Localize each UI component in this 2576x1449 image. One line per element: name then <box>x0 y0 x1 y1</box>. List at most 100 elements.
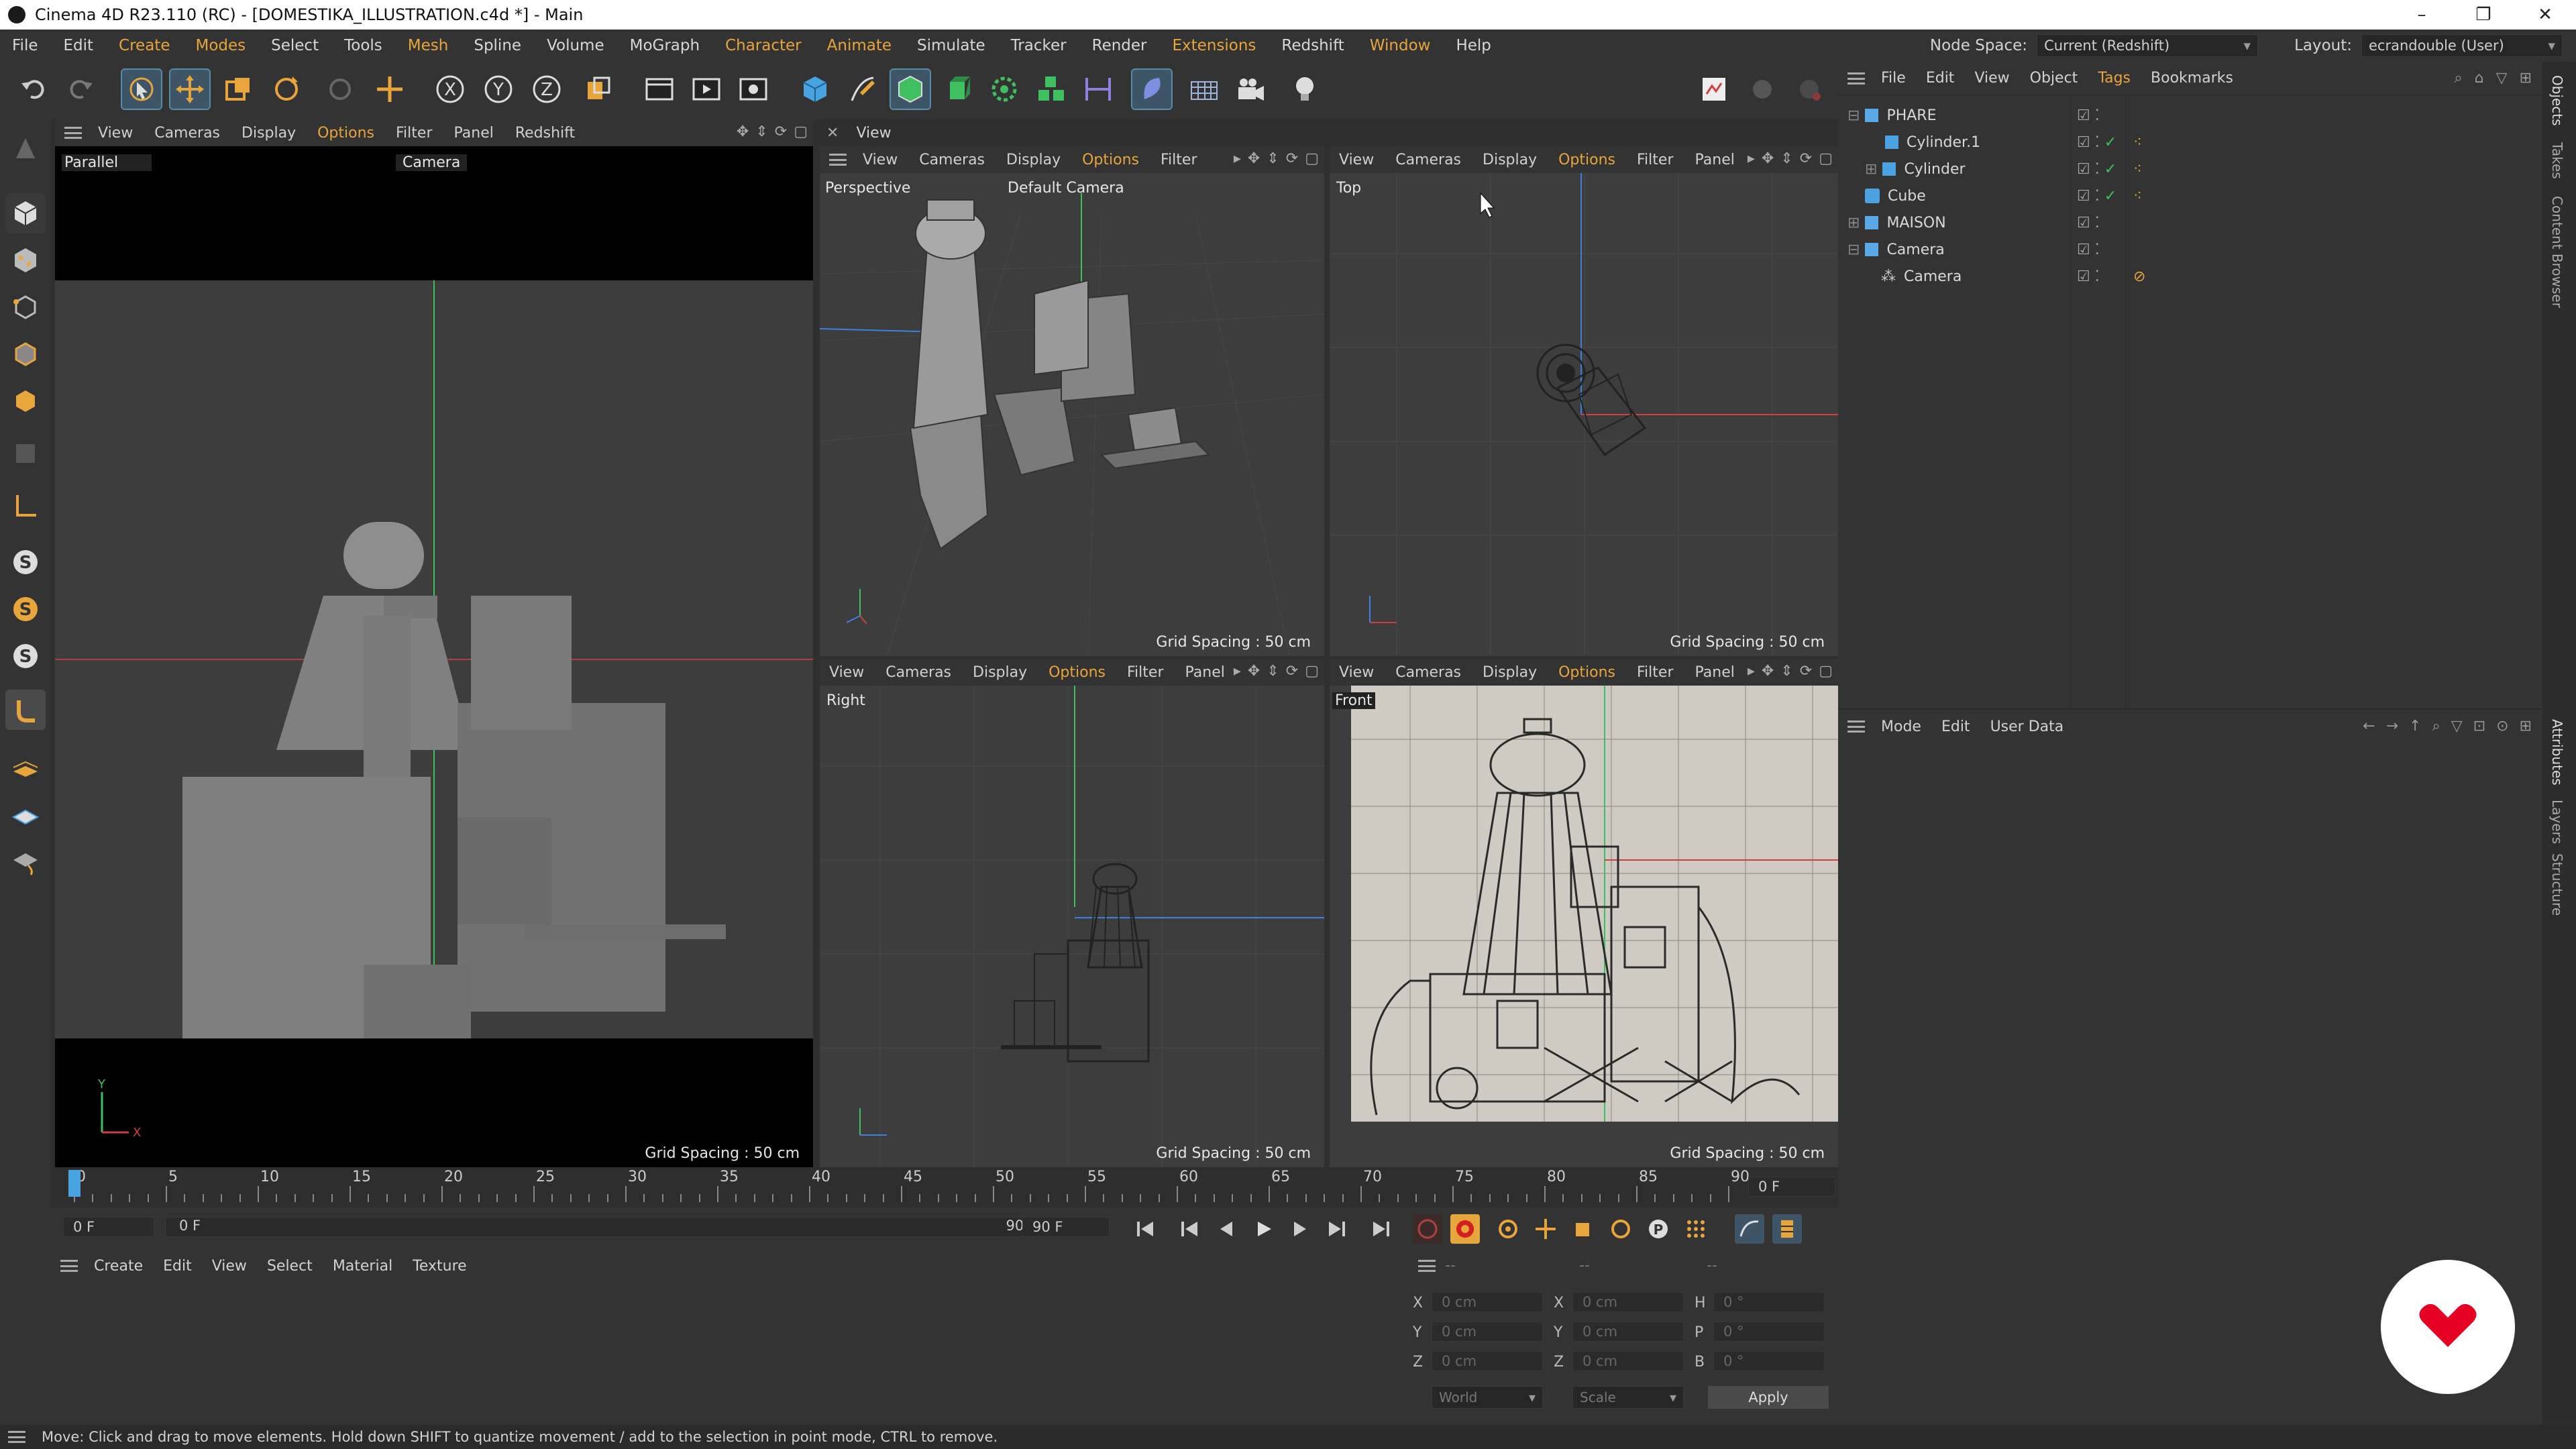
x-axis-lock-icon[interactable]: X <box>429 68 471 110</box>
subdivision-surface-icon[interactable] <box>890 68 931 110</box>
materials-menu-create[interactable]: Create <box>94 1258 143 1275</box>
search-icon[interactable]: ⌕ <box>2432 718 2440 735</box>
new-window-icon[interactable]: ⊞ <box>2520 718 2532 735</box>
visibility-dots-icon[interactable]: ☑ ⁚ <box>2077 215 2100 231</box>
object-row-maison[interactable]: ⊞ MAISON ☑ ⁚ <box>1838 209 2544 236</box>
record-active-icon[interactable] <box>1413 1214 1442 1244</box>
search-icon[interactable]: ⌕ <box>2454 70 2462 87</box>
vp-left-menu-view[interactable]: View <box>98 125 133 142</box>
script-editor-icon[interactable] <box>1693 68 1735 110</box>
recent-tools-icon[interactable] <box>319 68 361 110</box>
close-button[interactable]: ✕ <box>2514 5 2576 25</box>
edge-mode-icon[interactable] <box>5 334 46 374</box>
y-axis-lock-icon[interactable]: Y <box>478 68 519 110</box>
visibility-dots-icon[interactable]: ☑ ⁚ <box>2077 268 2100 285</box>
visibility-dots-icon[interactable]: ☑ ⁚ ✓ <box>2077 188 2116 205</box>
object-row-cylinder[interactable]: ⊞ Cylinder ☑ ⁚ ✓ ⁖ <box>1838 156 2544 182</box>
uv-mode-icon[interactable] <box>5 433 46 474</box>
spline-deformer-icon[interactable] <box>1077 68 1119 110</box>
viewport-nav-icons[interactable]: ✥ ⇕ ⟳ ▢ <box>737 123 808 140</box>
vp-top-menu-options[interactable]: Options <box>1558 152 1615 168</box>
object-row-camera[interactable]: ⁂ Camera ☑ ⁚ ⊘ <box>1838 263 2544 290</box>
coordinate-system-icon[interactable] <box>577 68 619 110</box>
vp-front-menu-display[interactable]: Display <box>1483 664 1537 681</box>
materials-menu-view[interactable]: View <box>212 1258 247 1275</box>
vp-front-menu-view[interactable]: View <box>1339 664 1374 681</box>
objects-menu-bookmarks[interactable]: Bookmarks <box>2151 70 2233 87</box>
object-row-cube[interactable]: Cube ☑ ⁚ ✓ ⁖ <box>1838 182 2544 209</box>
forward-arrow-icon[interactable]: → <box>2386 718 2398 735</box>
vp-left-menu-display[interactable]: Display <box>241 125 296 142</box>
menu-animate[interactable]: Animate <box>827 37 892 54</box>
cloner-icon[interactable] <box>983 68 1025 110</box>
menu-extensions[interactable]: Extensions <box>1173 37 1256 54</box>
vp-persp-menu-cameras[interactable]: Cameras <box>919 152 985 168</box>
vp-front-projection-label[interactable]: Front <box>1332 692 1375 709</box>
vp-left-menu-options[interactable]: Options <box>317 125 374 142</box>
previous-frame-icon[interactable] <box>1212 1214 1241 1244</box>
menu-mograph[interactable]: MoGraph <box>630 37 700 54</box>
vp-right-menu-panel[interactable]: Panel <box>1185 664 1224 681</box>
attributes-menu-icon[interactable] <box>1847 720 1865 733</box>
viewport-menu-icon[interactable] <box>64 127 82 139</box>
play-icon[interactable] <box>1249 1214 1279 1244</box>
vp-persp-projection-label[interactable]: Perspective <box>825 180 910 197</box>
make-editable-icon[interactable] <box>5 129 46 169</box>
size-x-field[interactable]: 0 cm <box>1572 1292 1684 1312</box>
position-y-field[interactable]: 0 cm <box>1432 1322 1543 1342</box>
new-window-icon[interactable]: ⊞ <box>2520 70 2532 87</box>
vp-top-menu-cameras[interactable]: Cameras <box>1395 152 1461 168</box>
size-mode-dropdown[interactable]: Scale <box>1572 1386 1684 1409</box>
range-slider[interactable]: 0 F 90 F <box>165 1217 1057 1237</box>
menu-window[interactable]: Window <box>1370 37 1431 54</box>
point-mode-icon[interactable] <box>5 287 46 327</box>
redshift-ipr-icon[interactable] <box>1788 68 1830 110</box>
camera-icon[interactable] <box>1230 68 1272 110</box>
extrude-icon[interactable] <box>936 68 978 110</box>
enable-axis-icon[interactable] <box>5 486 46 526</box>
objects-menu-edit[interactable]: Edit <box>1926 70 1955 87</box>
sky-grid-icon[interactable] <box>1183 68 1225 110</box>
polygon-mode-icon[interactable] <box>5 381 46 421</box>
vp-left-menu-filter[interactable]: Filter <box>396 125 432 142</box>
redshift-tool-icon[interactable] <box>1741 68 1783 110</box>
tab-structure[interactable]: Structure <box>2549 853 2565 916</box>
visibility-dots-icon[interactable]: ☑ ⁚ <box>2077 107 2100 124</box>
vp-top-menu-view[interactable]: View <box>1339 152 1374 168</box>
snap-icon[interactable]: S <box>5 542 46 582</box>
vp-persp-menu-filter[interactable]: Filter <box>1161 152 1197 168</box>
floor-object-icon[interactable] <box>1131 68 1173 110</box>
tab-objects[interactable]: Objects <box>2549 75 2565 126</box>
record-position-icon[interactable] <box>1531 1214 1560 1244</box>
vp-left-menu-redshift[interactable]: Redshift <box>515 125 575 142</box>
menu-mesh[interactable]: Mesh <box>408 37 449 54</box>
record-pla-icon[interactable] <box>1681 1214 1711 1244</box>
menu-tracker[interactable]: Tracker <box>1011 37 1067 54</box>
live-selection-icon[interactable] <box>121 68 162 110</box>
quantize-icon[interactable]: S <box>5 636 46 676</box>
viewport-nav-icons[interactable]: ▸ ✥ ⇕ ⟳ ▢ <box>1234 150 1319 167</box>
vp-right-menu-filter[interactable]: Filter <box>1127 664 1163 681</box>
vp-left-camera-label[interactable]: Camera <box>396 154 468 171</box>
vp-top-projection-label[interactable]: Top <box>1336 180 1361 197</box>
viewport-right[interactable]: View Cameras Display Options Filter Pane… <box>820 659 1324 1167</box>
node-space-dropdown[interactable]: Current (Redshift) <box>2037 34 2259 57</box>
timeline-ruler[interactable]: 0 5 10 15 20 25 30 35 40 45 50 55 60 65 70 75 80 85 90 0 F <box>51 1167 1838 1208</box>
viewport-top[interactable]: View Cameras Display Options Filter Pane… <box>1330 146 1838 656</box>
menu-create[interactable]: Create <box>119 37 170 54</box>
viewport-nav-icons[interactable]: ▸ ✥ ⇕ ⟳ ▢ <box>1748 150 1833 167</box>
menu-file[interactable]: File <box>12 37 38 54</box>
scale-icon[interactable] <box>217 68 259 110</box>
menu-render[interactable]: Render <box>1092 37 1147 54</box>
keyframe-selection-icon[interactable] <box>1493 1214 1523 1244</box>
end-frame-field[interactable]: 0 F <box>1748 1177 1835 1197</box>
menu-tools[interactable]: Tools <box>344 37 382 54</box>
vp-left-projection-label[interactable]: Parallel <box>62 154 152 171</box>
tab-takes[interactable]: Takes <box>2549 142 2565 179</box>
menu-help[interactable]: Help <box>1456 37 1491 54</box>
rotation-h-field[interactable]: 0 ° <box>1713 1292 1825 1312</box>
previous-key-icon[interactable] <box>1175 1214 1205 1244</box>
timeline-window-icon[interactable] <box>1772 1214 1802 1244</box>
go-to-start-icon[interactable] <box>1131 1214 1161 1244</box>
attributes-menu-mode[interactable]: Mode <box>1881 718 1921 735</box>
